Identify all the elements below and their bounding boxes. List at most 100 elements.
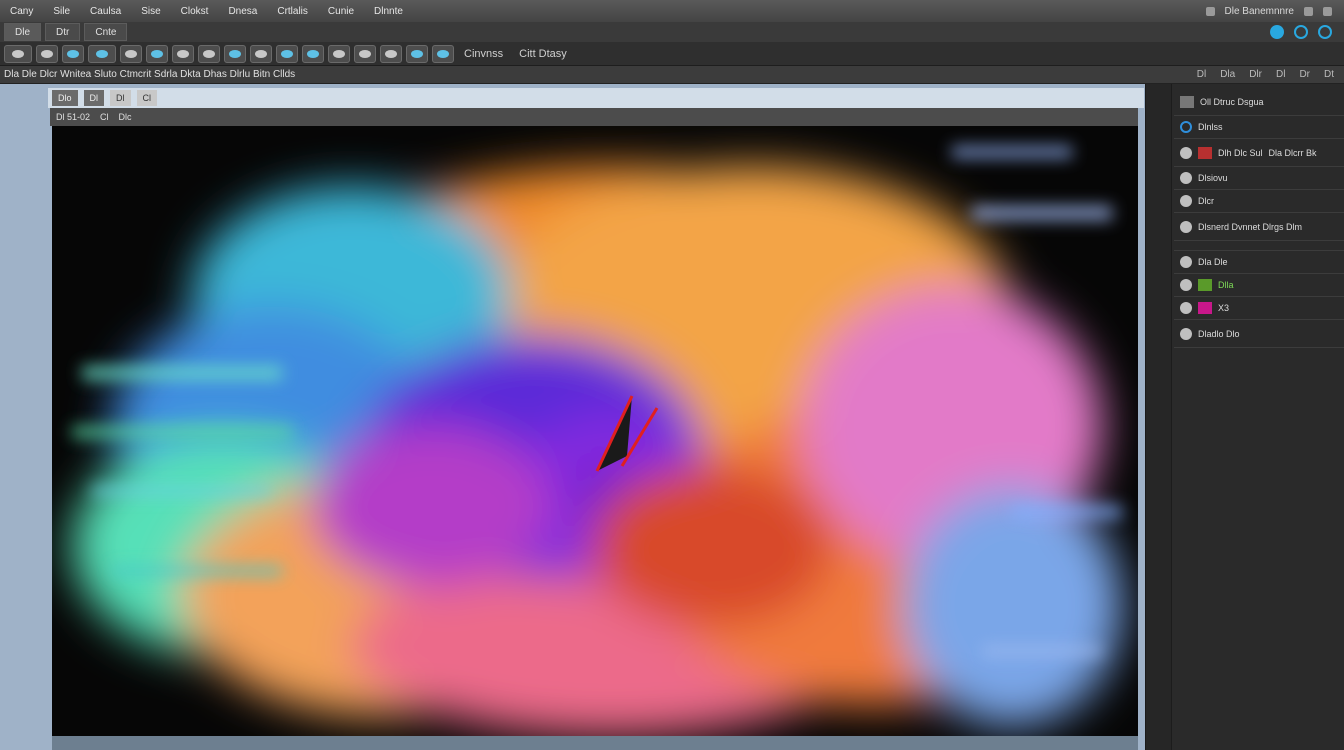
- tab-2[interactable]: Dtr: [45, 23, 81, 41]
- layer-row[interactable]: Dlsnerd Dvnnet Dlrgs Dlm: [1174, 213, 1344, 241]
- layer-row[interactable]: Dlla: [1174, 274, 1344, 297]
- menu-item-4[interactable]: Sise: [131, 6, 170, 17]
- canvas-scrollbar[interactable]: [52, 736, 1138, 750]
- layer-label: Dladlo Dlo: [1198, 328, 1240, 339]
- tool-select-button[interactable]: [36, 44, 58, 63]
- tool-brush-button[interactable]: [146, 44, 168, 63]
- eyedropper-icon: [125, 49, 137, 58]
- blur-icon: [255, 49, 267, 58]
- select-icon: [41, 49, 53, 58]
- doc-tab-1[interactable]: Dlo: [52, 90, 78, 106]
- layer-label: X3: [1218, 303, 1230, 313]
- layer-thumbnail: [1198, 146, 1212, 159]
- menu-item-1[interactable]: Cany: [0, 6, 43, 17]
- menu-item-5[interactable]: Clokst: [171, 6, 219, 17]
- tool-move-button[interactable]: [4, 44, 32, 63]
- tool-hand-button[interactable]: [380, 44, 402, 63]
- layer-row[interactable]: Dlcr: [1174, 190, 1344, 213]
- visibility-icon[interactable]: [1180, 327, 1192, 340]
- doc-tab-2[interactable]: Dl: [83, 90, 105, 106]
- settings-icon[interactable]: [1318, 25, 1332, 39]
- doc-tab-4[interactable]: Cl: [136, 90, 158, 106]
- option-right-5[interactable]: Dr: [1299, 69, 1310, 80]
- canvas-label[interactable]: Cinvnss: [458, 48, 509, 60]
- option-right-3[interactable]: Dlr: [1249, 69, 1262, 80]
- layer-label: Dlh Dlc Sul: [1218, 147, 1263, 158]
- visibility-icon[interactable]: [1180, 256, 1192, 268]
- menu-item-8[interactable]: Cunie: [318, 6, 364, 17]
- layer-row[interactable]: X3: [1174, 297, 1344, 320]
- tool-blur-button[interactable]: [250, 44, 272, 63]
- doc-info-1: Dl 51-02: [56, 112, 91, 122]
- menu-item-2[interactable]: Sile: [43, 6, 80, 17]
- tool-eraser-button[interactable]: [172, 44, 194, 63]
- visibility-icon[interactable]: [1180, 195, 1192, 207]
- tool-preset-label[interactable]: Citt Dtasy: [513, 48, 573, 60]
- tool-shape-button[interactable]: [354, 44, 376, 63]
- layer-label: Dla Dle: [1198, 257, 1228, 267]
- visibility-icon[interactable]: [1180, 302, 1192, 314]
- layer-thumbnail: [1198, 302, 1212, 314]
- tool-crop-button[interactable]: [88, 44, 116, 63]
- document-info-bar: Dl 51-02 Cl Dlc: [50, 108, 1138, 126]
- menu-bar: Cany Sile Caulsa Sise Clokst Dnesa Crtla…: [0, 0, 1344, 22]
- workspace-tabs: Dle Dtr Cnte: [0, 22, 1344, 42]
- menubar-status: Dle Banemnnre: [1205, 6, 1344, 17]
- text-icon: [333, 49, 345, 58]
- tool-clone-button[interactable]: [198, 44, 220, 63]
- layers-panel: Oll Dtruc Dsgua Dlnlss Dlh Dlc Sul Dla D…: [1145, 84, 1344, 750]
- option-right-6[interactable]: Dt: [1324, 69, 1334, 80]
- tool-color-button[interactable]: [432, 44, 454, 63]
- image-canvas[interactable]: [52, 126, 1138, 736]
- menu-item-3[interactable]: Caulsa: [80, 6, 131, 17]
- menu-item-6[interactable]: Dnesa: [218, 6, 267, 17]
- visibility-icon[interactable]: [1180, 172, 1192, 184]
- globe-icon[interactable]: [1294, 25, 1308, 39]
- option-right-2[interactable]: Dla: [1220, 69, 1235, 80]
- zoom-icon: [411, 49, 423, 58]
- visibility-icon[interactable]: [1180, 121, 1192, 133]
- visibility-icon[interactable]: [1180, 146, 1192, 159]
- account-label[interactable]: Dle Banemnnre: [1225, 6, 1294, 17]
- options-bar: Dla Dle Dlcr Wnitea Sluto Ctmcrit Sdrla …: [0, 66, 1344, 84]
- doc-info-2[interactable]: Cl: [100, 112, 109, 122]
- tools-bar: Cinvnss Citt Dtasy: [0, 42, 1344, 66]
- shape-icon: [359, 49, 371, 58]
- layer-row[interactable]: Dlh Dlc Sul Dla Dlcrr Bk: [1174, 139, 1344, 167]
- tab-1[interactable]: Dle: [4, 23, 42, 41]
- layer-row[interactable]: Dlsiovu: [1174, 167, 1344, 190]
- doc-info-3[interactable]: Dlc: [119, 112, 132, 122]
- clone-icon: [203, 49, 215, 58]
- panel-icon-strip: [1146, 84, 1172, 750]
- visibility-icon[interactable]: [1180, 279, 1192, 291]
- option-right-4[interactable]: Dl: [1276, 69, 1285, 80]
- layer-row[interactable]: Dla Dle: [1174, 251, 1344, 274]
- tool-dodge-button[interactable]: [276, 44, 298, 63]
- tool-lasso-button[interactable]: [62, 44, 84, 63]
- tool-gradient-button[interactable]: [224, 44, 246, 63]
- panel-divider: [1174, 241, 1344, 251]
- menu-item-7[interactable]: Crtlalis: [267, 6, 318, 17]
- layer-label: Dlcr: [1198, 196, 1214, 206]
- tab-3[interactable]: Cnte: [84, 23, 128, 41]
- layer-row[interactable]: Dlnlss: [1174, 116, 1344, 139]
- option-right-1[interactable]: Dl: [1197, 69, 1206, 80]
- options-right: Dl Dla Dlr Dl Dr Dt: [1197, 69, 1344, 80]
- menu-item-9[interactable]: Dlnnte: [364, 6, 413, 17]
- tool-eyedropper-button[interactable]: [120, 44, 142, 63]
- visibility-icon[interactable]: [1180, 220, 1192, 233]
- refresh-icon[interactable]: [1270, 25, 1284, 39]
- tool-zoom-button[interactable]: [406, 44, 428, 63]
- user-icon[interactable]: [1304, 6, 1313, 16]
- panel-header-label: Oll Dtruc Dsgua: [1200, 96, 1264, 107]
- doc-tab-3[interactable]: Dl: [110, 90, 131, 106]
- tool-text-button[interactable]: [328, 44, 350, 63]
- tool-pen-button[interactable]: [302, 44, 324, 63]
- document-tab-bar: Dlo Dl Dl Cl: [48, 88, 1144, 108]
- panel-header: Oll Dtruc Dsgua: [1174, 88, 1344, 116]
- options-text[interactable]: Dla Dle Dlcr Wnitea Sluto Ctmcrit Sdrla …: [4, 69, 295, 80]
- layer-row[interactable]: Dladlo Dlo: [1174, 320, 1344, 348]
- layer-label: Dlsiovu: [1198, 173, 1228, 183]
- window-controls-icon[interactable]: [1323, 6, 1332, 16]
- gradient-icon: [229, 49, 241, 58]
